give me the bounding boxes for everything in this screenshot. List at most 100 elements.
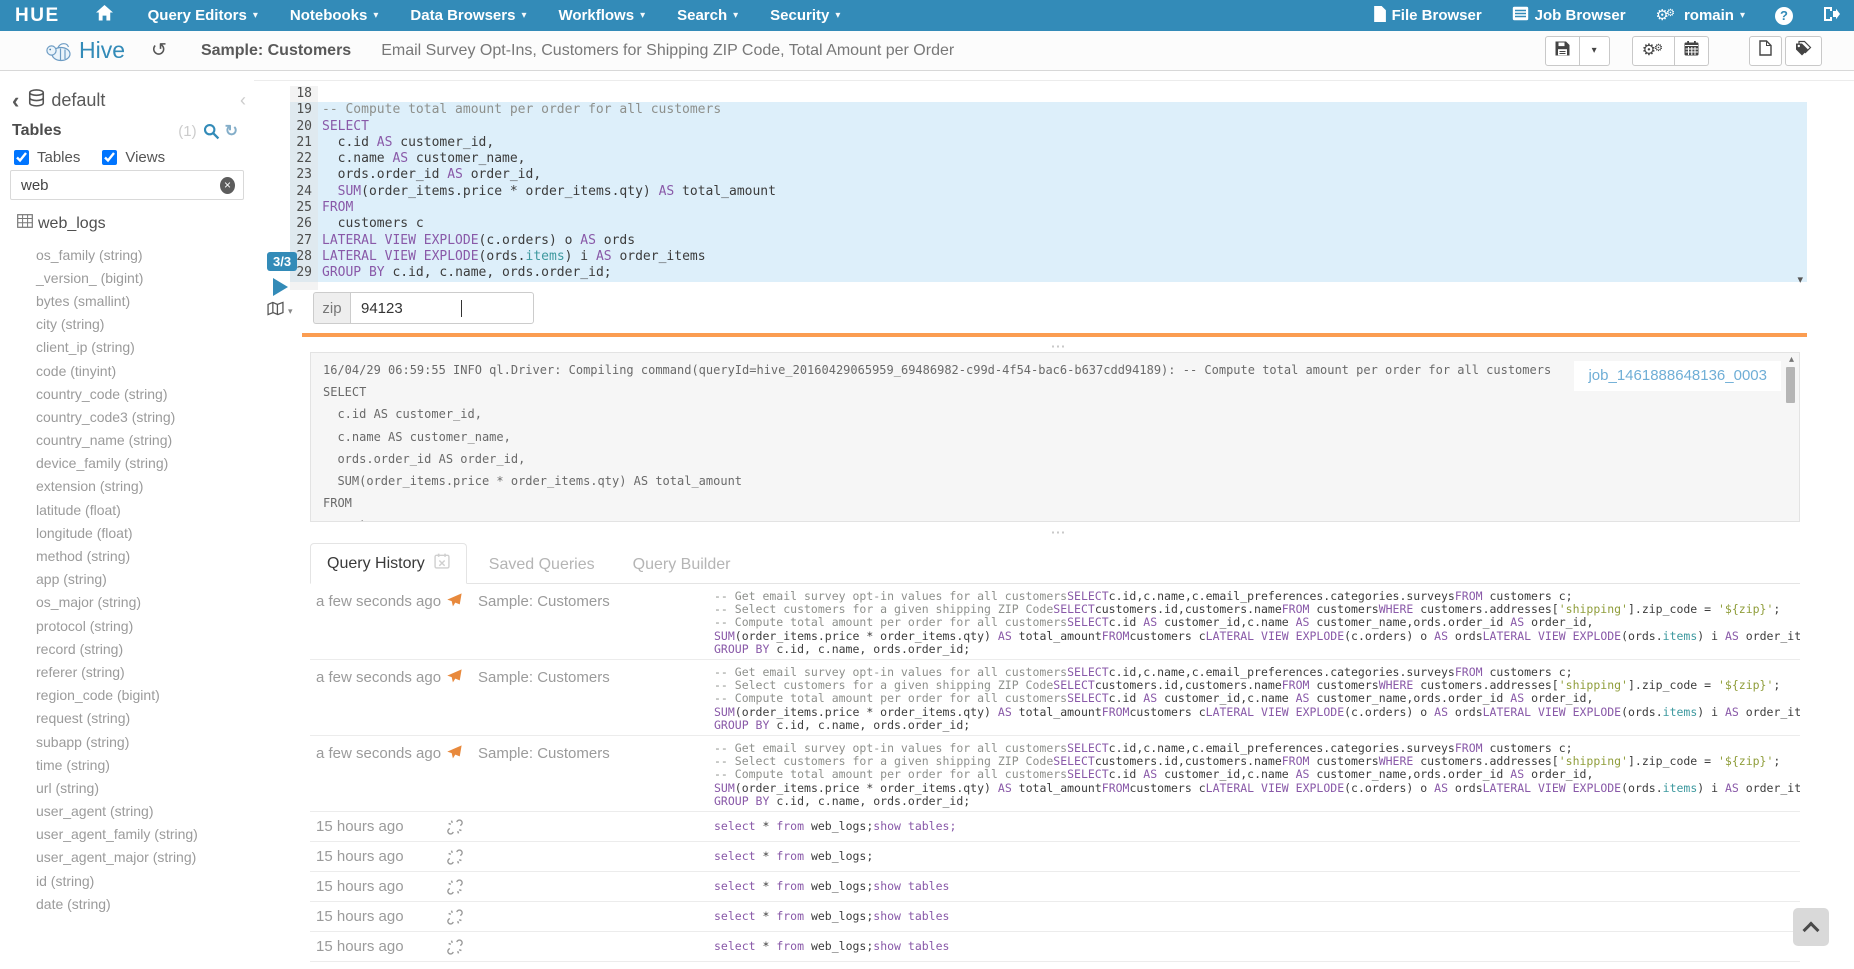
nav-menu-query-editors[interactable]: Query Editors▾ (148, 7, 258, 24)
line-number: 21 (290, 135, 318, 151)
execute-button[interactable] (273, 278, 288, 296)
logout-button[interactable] (1823, 6, 1840, 26)
nav-file-browser[interactable]: File Browser (1373, 6, 1482, 26)
database-name[interactable]: default (51, 90, 105, 111)
column-item-device_family[interactable]: device_family (string) (0, 452, 254, 475)
column-item-os_family[interactable]: os_family (string) (0, 243, 254, 266)
scroll-to-top-button[interactable] (1793, 908, 1829, 946)
resize-handle[interactable]: ⋯ (1044, 342, 1074, 352)
editor-scroll-down-icon[interactable]: ▾ (1797, 273, 1803, 286)
column-item-extension[interactable]: extension (string) (0, 475, 254, 498)
history-row[interactable]: 15 hours agoselect * from web_logs;show … (310, 812, 1800, 842)
nav-menu-data-browsers[interactable]: Data Browsers▾ (410, 7, 526, 24)
column-item-user_agent_major[interactable]: user_agent_major (string) (0, 846, 254, 869)
calendar-x-icon[interactable] (434, 553, 450, 574)
tab-query-history[interactable]: Query History (310, 543, 467, 584)
variable-input[interactable] (350, 292, 534, 324)
column-item-subapp[interactable]: subapp (string) (0, 730, 254, 753)
tables-checkbox[interactable] (14, 150, 29, 165)
tags-button[interactable] (1785, 36, 1822, 66)
main-area: ‹ default ‹ Tables (1) ↻ Tables Views (0, 71, 1854, 969)
help-button[interactable]: ? (1775, 7, 1793, 25)
schedule-button[interactable] (1675, 36, 1709, 66)
column-item-latitude[interactable]: latitude (float) (0, 498, 254, 521)
nav-menu-notebooks[interactable]: Notebooks▾ (290, 7, 379, 24)
nav-menu-security[interactable]: Security▾ (770, 7, 840, 24)
functions-map-button[interactable]: ▾ (267, 301, 293, 321)
history-row[interactable]: a few seconds agoSample: Customers-- Get… (310, 584, 1800, 660)
job-link[interactable]: job_1461888648136_0003 (1588, 367, 1767, 384)
new-query-button[interactable] (1749, 36, 1782, 66)
table-item-web-logs[interactable]: web_logs (17, 214, 106, 233)
column-item-client_ip[interactable]: client_ip (string) (0, 336, 254, 359)
column-item-city[interactable]: city (string) (0, 313, 254, 336)
app-name[interactable]: Hive (79, 37, 125, 64)
column-item-id[interactable]: id (string) (0, 869, 254, 892)
history-row[interactable]: a few seconds agoSample: Customers-- Get… (310, 660, 1800, 736)
settings-button[interactable]: ⚙⚙ (1632, 36, 1675, 66)
history-row[interactable]: a few seconds agoSample: Customers-- Get… (310, 736, 1800, 812)
statement-counter-badge: 3/3 (267, 252, 297, 271)
query-log-panel: 16/04/29 06:59:55 INFO ql.Driver: Compil… (310, 352, 1800, 522)
nav-home-button[interactable] (96, 5, 113, 26)
column-item-code[interactable]: code (tinyint) (0, 359, 254, 382)
nav-job-browser[interactable]: Job Browser (1512, 6, 1626, 25)
search-icon[interactable] (203, 123, 220, 140)
clear-search-icon[interactable]: × (220, 177, 235, 194)
scroll-up-arrow-icon[interactable]: ▴ (1786, 355, 1797, 365)
chevron-down-icon: ▾ (1592, 45, 1597, 56)
column-item-country_code3[interactable]: country_code3 (string) (0, 405, 254, 428)
chevron-down-icon: ▾ (288, 306, 293, 317)
column-item-user_agent_family[interactable]: user_agent_family (string) (0, 823, 254, 846)
chevron-down-icon: ▾ (373, 10, 378, 21)
history-row[interactable]: 15 hours agoselect * from web_logs; (310, 842, 1800, 872)
column-item-protocol[interactable]: protocol (string) (0, 614, 254, 637)
resize-handle[interactable]: ⋯ (1044, 528, 1074, 538)
column-item-os_major[interactable]: os_major (string) (0, 591, 254, 614)
column-item-country_code[interactable]: country_code (string) (0, 382, 254, 405)
list-icon (1512, 6, 1529, 25)
column-item-app[interactable]: app (string) (0, 568, 254, 591)
column-item-request[interactable]: request (string) (0, 707, 254, 730)
nav-menu-workflows[interactable]: Workflows▾ (558, 7, 645, 24)
column-item-date[interactable]: date (string) (0, 892, 254, 915)
code-line: GROUP BY c.id, c.name, ords.order_id; (318, 265, 1807, 281)
query-history-icon[interactable]: ↺ (151, 39, 167, 62)
table-search-input[interactable] (11, 177, 220, 194)
sql-editor[interactable]: 181920212223242526272829 -- Compute tota… (290, 86, 1807, 290)
views-checkbox[interactable] (102, 150, 117, 165)
history-row[interactable]: 15 hours agoselect * from web_logs;show … (310, 902, 1800, 932)
history-row[interactable]: 15 hours agoselect * from web_logs;show … (310, 872, 1800, 902)
nav-user-menu[interactable]: ⚙⚙ romain ▾ (1656, 7, 1745, 24)
back-icon[interactable]: ‹ (12, 90, 19, 112)
history-row[interactable]: 15 hours agoselect * from web_logs;show … (310, 932, 1800, 962)
history-query-name: Sample: Customers (478, 669, 610, 686)
code-line: LATERAL VIEW EXPLODE(c.orders) o AS ords (318, 233, 1807, 249)
paper-plane-icon (447, 669, 462, 689)
history-time: 15 hours ago (316, 878, 404, 895)
column-item-user_agent[interactable]: user_agent (string) (0, 800, 254, 823)
save-options-button[interactable]: ▾ (1580, 36, 1610, 66)
column-item-method[interactable]: method (string) (0, 544, 254, 567)
column-item-bytes[interactable]: bytes (smallint) (0, 289, 254, 312)
tab-saved-queries[interactable]: Saved Queries (473, 547, 611, 583)
tab-query-builder[interactable]: Query Builder (617, 547, 747, 583)
column-item-record[interactable]: record (string) (0, 637, 254, 660)
column-item-_version_[interactable]: _version_ (bigint) (0, 266, 254, 289)
hue-logo[interactable]: HUE (15, 5, 60, 27)
refresh-icon[interactable]: ↻ (225, 121, 238, 141)
column-item-url[interactable]: url (string) (0, 776, 254, 799)
column-item-referer[interactable]: referer (string) (0, 660, 254, 683)
nav-menu-search[interactable]: Search▾ (677, 7, 738, 24)
tables-count: (1) (178, 123, 196, 140)
column-item-longitude[interactable]: longitude (float) (0, 521, 254, 544)
scrollbar-thumb[interactable] (1786, 367, 1795, 403)
log-line: customers c (323, 514, 1799, 522)
column-item-time[interactable]: time (string) (0, 753, 254, 776)
column-item-region_code[interactable]: region_code (bigint) (0, 684, 254, 707)
collapse-sidebar-icon[interactable]: ‹ (240, 90, 246, 111)
column-item-country_name[interactable]: country_name (string) (0, 429, 254, 452)
chevron-down-icon: ▾ (521, 10, 526, 21)
save-button[interactable] (1545, 36, 1580, 66)
log-scrollbar[interactable]: ▴ (1786, 355, 1797, 519)
